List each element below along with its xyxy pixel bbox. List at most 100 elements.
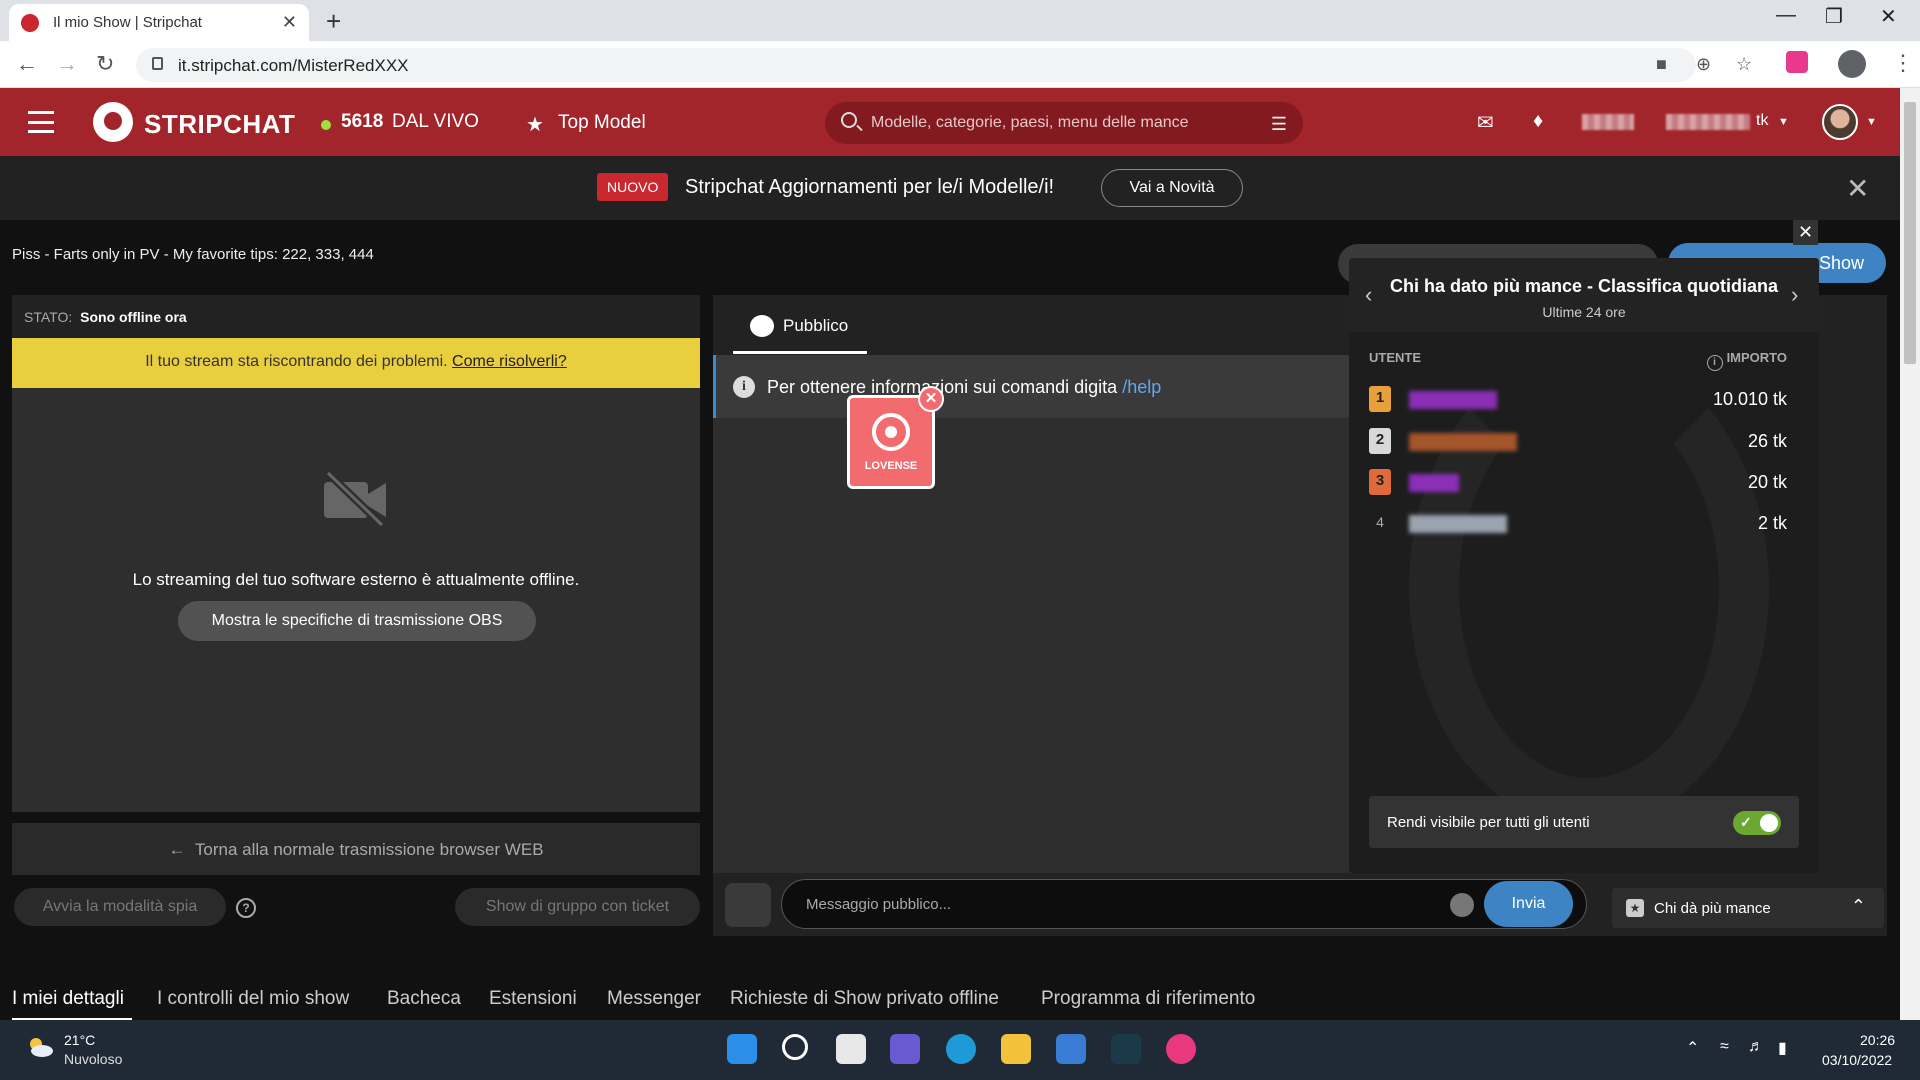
wreath-decoration [1409, 348, 1769, 828]
tab-public[interactable]: Pubblico [783, 316, 848, 336]
top-model-link[interactable]: Top Model [558, 112, 646, 134]
chevron-right-icon[interactable]: › [1791, 282, 1798, 308]
brand-name[interactable]: STRIPCHAT [144, 109, 295, 140]
close-announcement-icon[interactable]: ✕ [1846, 172, 1869, 205]
cloudy-weather-icon[interactable] [24, 1034, 54, 1058]
live-count[interactable]: 5618 [341, 111, 383, 133]
battery-icon[interactable]: ▮ [1778, 1038, 1787, 1058]
start-icon[interactable] [727, 1034, 757, 1064]
balance-dropdown-icon[interactable]: ▼ [1778, 116, 1789, 128]
camera-indicator-icon[interactable]: ■ [1656, 54, 1667, 75]
send-button[interactable]: Invia [1484, 881, 1573, 927]
extension-icon[interactable] [1786, 51, 1808, 73]
info-icon: i [733, 376, 755, 398]
bookmark-star-icon[interactable]: ☆ [1736, 54, 1752, 75]
search-bar[interactable]: Modelle, categorie, paesi, menu delle ma… [825, 102, 1303, 144]
scroll-thumb[interactable] [1904, 102, 1916, 364]
tab-board[interactable]: Bacheca [387, 988, 461, 1010]
stripchat-favicon-icon [21, 13, 39, 32]
info-icon: i [1706, 355, 1723, 371]
warning-link[interactable]: Come risolverli? [452, 353, 567, 370]
emoji-icon[interactable] [1450, 893, 1474, 917]
ticket-show-button[interactable]: Show di gruppo con ticket [455, 888, 700, 926]
lovense-close-icon[interactable]: ✕ [918, 386, 944, 412]
stripchat-logo-icon[interactable] [93, 102, 133, 142]
tab-close-icon[interactable]: ✕ [282, 12, 297, 33]
blurred-stat[interactable] [1582, 114, 1634, 130]
tip-amount: 26 tk [1747, 431, 1787, 451]
temperature[interactable]: 21°C [64, 1032, 95, 1048]
minimize-icon[interactable]: — [1776, 4, 1796, 27]
restore-icon[interactable]: ❐ [1825, 4, 1843, 29]
teams-chat-icon[interactable] [890, 1034, 920, 1064]
weather-description[interactable]: Nuvoloso [64, 1051, 122, 1067]
tab-offline-requests[interactable]: Richieste di Show privato offline [730, 988, 999, 1010]
help-icon[interactable]: ? [236, 898, 256, 918]
search-icon[interactable] [782, 1034, 808, 1060]
chevron-up-icon[interactable]: ⌃ [1686, 1038, 1699, 1058]
menu-icon[interactable] [28, 111, 54, 133]
wifi-icon[interactable]: ≈ [1720, 1038, 1729, 1056]
stream-topic[interactable]: Piss - Farts only in PV - My favorite ti… [12, 246, 374, 263]
leaderboard-row[interactable]: 3 20 tk [1349, 465, 1819, 499]
live-label[interactable]: DAL VIVO [392, 111, 479, 133]
filter-icon[interactable]: ☰ [1271, 114, 1287, 135]
bell-icon[interactable]: ♦ [1533, 110, 1543, 133]
lock-icon [152, 57, 163, 70]
obs-app-icon[interactable] [1166, 1034, 1196, 1064]
forward-icon[interactable]: → [56, 51, 78, 77]
avatar[interactable] [1822, 104, 1858, 140]
blurred-username[interactable] [1409, 391, 1497, 409]
browser-tab[interactable]: Il mio Show | Stripchat ✕ [9, 4, 309, 41]
clock-time[interactable]: 20:26 [1860, 1032, 1895, 1048]
window-close-icon[interactable]: ✕ [1880, 4, 1897, 29]
clock-date[interactable]: 03/10/2022 [1822, 1052, 1892, 1068]
leaderboard-row[interactable]: 1 10.010 tk [1349, 382, 1819, 416]
token-suffix[interactable]: tk [1756, 112, 1768, 130]
new-tab-button[interactable]: + [326, 6, 341, 37]
chevron-up-icon[interactable]: ⌃ [1851, 896, 1866, 917]
task-view-icon[interactable] [836, 1034, 866, 1064]
blurred-username[interactable] [1409, 474, 1459, 492]
profile-dropdown-icon[interactable]: ▼ [1866, 116, 1877, 128]
leaderboard-row[interactable]: 2 26 tk [1349, 424, 1819, 458]
reload-icon[interactable]: ↻ [96, 51, 114, 77]
tab-my-details[interactable]: I miei dettagli [12, 988, 124, 1010]
tab-extensions[interactable]: Estensioni [489, 988, 577, 1010]
visibility-toggle[interactable]: ✓ [1733, 811, 1781, 835]
edge-icon[interactable] [946, 1034, 976, 1064]
store-icon[interactable] [1056, 1034, 1086, 1064]
main-content: Piss - Farts only in PV - My favorite ti… [0, 220, 1900, 1020]
news-button[interactable]: Vai a Novità [1101, 169, 1243, 207]
browser-profile-icon[interactable] [1838, 50, 1866, 78]
tab-show-controls[interactable]: I controlli del mio show [157, 988, 349, 1010]
page-scrollbar[interactable] [1900, 88, 1920, 1020]
col-amount: i IMPORTO [1706, 350, 1787, 371]
file-explorer-icon[interactable] [1001, 1034, 1031, 1064]
messages-icon[interactable]: ✉ [1477, 110, 1494, 135]
top-tippers-toggle[interactable]: ★ Chi dà più mance ⌃ [1612, 888, 1884, 928]
obs-specs-button[interactable]: Mostra le specifiche di trasmissione OBS [178, 601, 536, 641]
blurred-username[interactable] [1409, 515, 1507, 533]
install-icon[interactable]: ⊕ [1696, 54, 1711, 75]
offline-message: Lo streaming del tuo software esterno è … [132, 570, 580, 589]
volume-icon[interactable]: ♬ [1748, 1038, 1764, 1056]
url-text: it.stripchat.com/MisterRedXXX [178, 56, 409, 75]
back-icon[interactable]: ← [16, 51, 38, 77]
popover-close-icon[interactable]: ✕ [1793, 220, 1818, 245]
joystick-icon[interactable] [725, 883, 771, 927]
lovense-widget[interactable]: LOVENSE ✕ [847, 386, 944, 489]
back-to-web-button[interactable]: ← Torna alla normale trasmissione browse… [12, 823, 700, 875]
blurred-username[interactable] [1409, 433, 1517, 451]
tab-messenger[interactable]: Messenger [607, 988, 701, 1010]
browser-menu-icon[interactable]: ⋮ [1892, 50, 1914, 76]
leaderboard-row[interactable]: 4 2 tk [1349, 506, 1819, 540]
help-command-link[interactable]: /help [1122, 377, 1161, 397]
app-icon[interactable] [1111, 1034, 1141, 1064]
tab-underline [733, 351, 867, 354]
blurred-balance[interactable] [1666, 114, 1750, 130]
lovense-icon [872, 413, 910, 451]
spy-mode-button[interactable]: Avvia la modalità spia [14, 888, 226, 926]
tab-referral-program[interactable]: Programma di riferimento [1041, 988, 1255, 1010]
url-field[interactable]: it.stripchat.com/MisterRedXXX ■ ⊕ ☆ [136, 48, 1752, 82]
